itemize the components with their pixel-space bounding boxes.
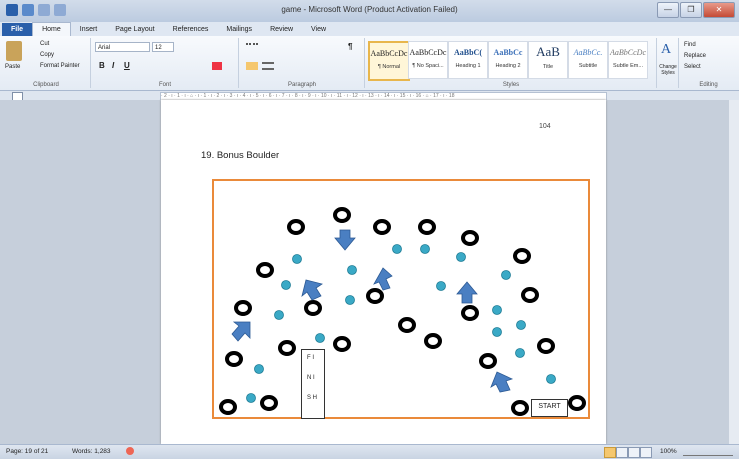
stepping-dot [292, 254, 302, 264]
boulder-ring [418, 219, 436, 235]
boulder-ring [304, 300, 322, 316]
proofing-icon[interactable] [126, 447, 134, 455]
boulder-ring [511, 400, 529, 416]
boulder-ring [537, 338, 555, 354]
boulder-ring [333, 207, 351, 223]
boulder-ring [234, 300, 252, 316]
stepping-dot [420, 244, 430, 254]
full-screen-view-button[interactable] [616, 447, 628, 458]
boulder-ring [219, 399, 237, 415]
zoom-level[interactable]: 100% [660, 448, 677, 455]
stepping-dot [254, 364, 264, 374]
stepping-dot [546, 374, 556, 384]
zoom-slider[interactable] [683, 447, 733, 456]
stepping-dot [492, 327, 502, 337]
finish-letters-2: N I [307, 375, 315, 381]
stepping-dot [501, 270, 511, 280]
finish-letters-3: S H [307, 395, 318, 401]
boulder-ring [278, 340, 296, 356]
finish-letters-1: F I [307, 355, 314, 361]
boulder-ring [256, 262, 274, 278]
stepping-dot [281, 280, 291, 290]
stepping-dot [274, 310, 284, 320]
word-count[interactable]: Words: 1,283 [72, 448, 111, 455]
boulder-ring [479, 353, 497, 369]
print-layout-view-button[interactable] [604, 447, 616, 458]
stepping-dot [456, 252, 466, 262]
boulder-rings [219, 207, 586, 416]
boulder-ring [373, 219, 391, 235]
boulder-ring [287, 219, 305, 235]
finish-box: F I N I S H [301, 349, 325, 419]
stepping-dot [492, 305, 502, 315]
arrow-up-icon [456, 281, 478, 304]
boulder-ring [366, 288, 384, 304]
arrow-down-icon [334, 229, 356, 251]
outline-view-button[interactable] [640, 447, 652, 458]
stepping-dot [515, 348, 525, 358]
boulder-ring [568, 395, 586, 411]
arrow-up-left-icon [490, 371, 514, 393]
boulder-ring [225, 351, 243, 367]
stepping-dot [315, 333, 325, 343]
boulder-ring [461, 305, 479, 321]
status-bar: Page: 19 of 21 Words: 1,283 100% [0, 444, 739, 459]
stepping-dot [345, 295, 355, 305]
arrow-up-left-icon [301, 279, 323, 301]
boulder-ring [461, 230, 479, 246]
start-box: START [531, 399, 568, 417]
vertical-scrollbar[interactable] [729, 100, 739, 444]
boulder-ring [260, 395, 278, 411]
boulder-ring [398, 317, 416, 333]
boulder-ring [513, 248, 531, 264]
game-board-drawing [219, 207, 586, 416]
boulder-ring [424, 333, 442, 349]
web-layout-view-button[interactable] [628, 447, 640, 458]
boulder-ring [521, 287, 539, 303]
arrow-up-right-icon [373, 267, 393, 291]
stepping-dot [436, 281, 446, 291]
stepping-dot [246, 393, 256, 403]
arrow-down-right-icon [231, 321, 251, 342]
stepping-dot [347, 265, 357, 275]
boulder-ring [333, 336, 351, 352]
stepping-dot [392, 244, 402, 254]
stepping-dot [516, 320, 526, 330]
page-count[interactable]: Page: 19 of 21 [6, 448, 48, 455]
